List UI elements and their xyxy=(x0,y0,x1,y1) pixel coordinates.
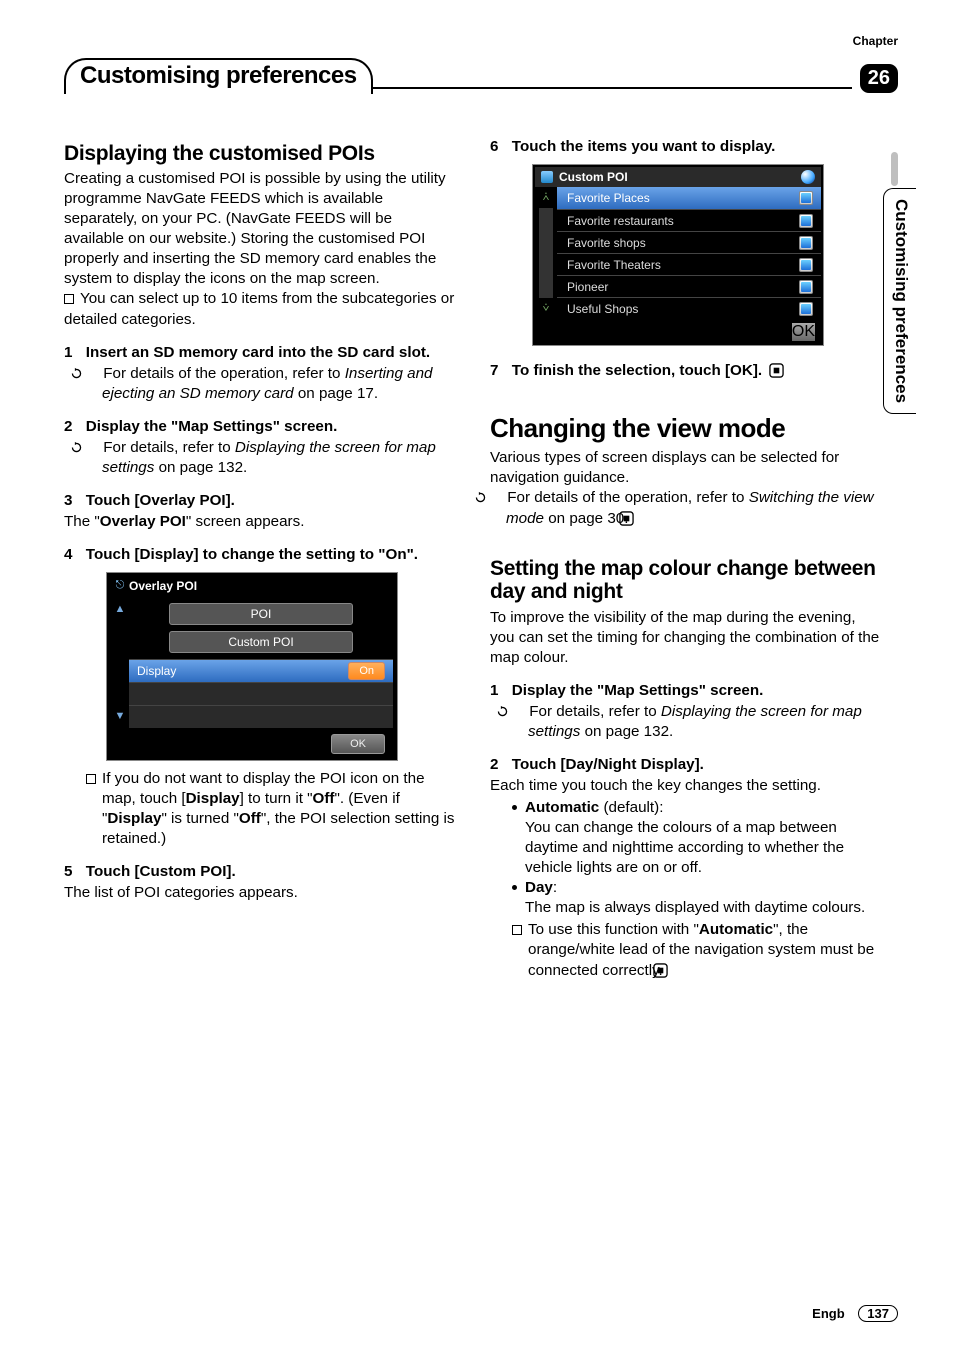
empty-row xyxy=(129,705,393,728)
r-step-2-body: Each time you touch the key changes the … xyxy=(490,776,882,796)
list-item[interactable]: Pioneer xyxy=(557,275,821,297)
note-icon xyxy=(86,774,96,784)
ref-arrow-icon xyxy=(86,440,99,453)
step-1-title: Insert an SD memory card into the SD car… xyxy=(86,344,430,361)
screenshot-custom-poi: Custom POI ⩑ ⩒ Favorite Places Favorite … xyxy=(532,164,824,346)
ok-button[interactable]: OK xyxy=(792,323,815,341)
footer-page-number: 137 xyxy=(858,1305,898,1322)
side-accent xyxy=(891,152,898,186)
step-7-title: To finish the selection, touch [OK]. xyxy=(512,362,762,379)
ok-button[interactable]: OK xyxy=(331,734,385,754)
step-5-number: 5 xyxy=(64,863,72,880)
step-3-body: The "Overlay POI" screen appears. xyxy=(64,512,456,532)
display-row[interactable]: Display On xyxy=(129,659,393,682)
r-step-1-title: Display the "Map Settings" screen. xyxy=(512,682,764,699)
step-6-title: Touch the items you want to display. xyxy=(512,138,776,155)
list-item[interactable]: Favorite Places xyxy=(557,187,821,209)
heading-changing-view-mode: Changing the view mode xyxy=(490,414,882,442)
end-section-icon xyxy=(635,511,650,526)
end-section-icon xyxy=(669,963,684,978)
bullet-icon xyxy=(512,885,517,890)
step-4-title: Touch [Display] to change the setting to… xyxy=(86,546,418,563)
step-1-ref: For details of the operation, refer to I… xyxy=(86,364,456,404)
poi-button[interactable]: POI xyxy=(169,603,353,625)
scroll-up-icon: ▲ xyxy=(111,603,129,615)
scroll-down-icon: ▼ xyxy=(111,710,129,722)
scroll-down-icon: ⩒ xyxy=(535,302,557,315)
checkbox-icon[interactable] xyxy=(799,191,813,205)
step-4-number: 4 xyxy=(64,546,72,563)
list-item[interactable]: Useful Shops xyxy=(557,297,821,319)
side-tab-label: Customising preferences xyxy=(883,188,916,414)
screenshot-overlay-poi: ⎋ Overlay POI ▲ ▼ POI Custom POI Display… xyxy=(106,572,398,761)
bullet-icon xyxy=(512,805,517,810)
custom-poi-button[interactable]: Custom POI xyxy=(169,631,353,653)
step-2-ref: For details, refer to Displaying the scr… xyxy=(86,438,456,478)
page-footer: Engb 137 xyxy=(812,1305,898,1322)
footer-lang: Engb xyxy=(812,1306,845,1321)
heading-map-colour-change: Setting the map colour change between da… xyxy=(490,557,882,603)
view-mode-body: Various types of screen displays can be … xyxy=(490,448,882,488)
note-icon xyxy=(64,294,74,304)
view-mode-ref: For details of the operation, refer to S… xyxy=(490,488,882,529)
step-2-title: Display the "Map Settings" screen. xyxy=(86,418,338,435)
intro-paragraph: Creating a customised POI is possible by… xyxy=(64,169,456,289)
chapter-number-badge: 26 xyxy=(860,64,898,93)
checkbox-icon[interactable] xyxy=(799,280,813,294)
overlay-poi-title: Overlay POI xyxy=(129,579,197,593)
map-colour-body: To improve the visibility of the map dur… xyxy=(490,608,882,668)
back-icon: ⎋ xyxy=(111,579,129,592)
scroll-up-icon: ⩑ xyxy=(535,191,557,204)
display-on-badge: On xyxy=(348,662,385,680)
step-3-title: Touch [Overlay POI]. xyxy=(86,492,235,509)
list-item[interactable]: Favorite restaurants xyxy=(557,209,821,231)
ref-arrow-icon xyxy=(86,366,99,379)
header-divider xyxy=(369,87,852,89)
custom-poi-title: Custom POI xyxy=(559,170,801,184)
checkbox-icon[interactable] xyxy=(799,214,813,228)
r-step-1-number: 1 xyxy=(490,682,498,699)
r-step-2-number: 2 xyxy=(490,756,498,773)
checkbox-icon[interactable] xyxy=(799,302,813,316)
step-5-body: The list of POI categories appears. xyxy=(64,883,456,903)
chapter-label: Chapter xyxy=(853,34,898,48)
step-3-number: 3 xyxy=(64,492,72,509)
step-2-number: 2 xyxy=(64,418,72,435)
bullet-day: Day: The map is always displayed with da… xyxy=(512,878,882,918)
list-item[interactable]: Favorite Theaters xyxy=(557,253,821,275)
checkbox-icon[interactable] xyxy=(799,258,813,272)
checkbox-icon[interactable] xyxy=(799,236,813,250)
step-5-title: Touch [Custom POI]. xyxy=(86,863,236,880)
r-step-1-ref: For details, refer to Displaying the scr… xyxy=(512,702,882,742)
chapter-title: Customising preferences xyxy=(64,58,373,94)
note-icon xyxy=(512,925,522,935)
search-icon[interactable] xyxy=(801,170,815,184)
r-step-2-title: Touch [Day/Night Display]. xyxy=(512,756,704,773)
empty-row xyxy=(129,682,393,705)
note-automatic-wiring: To use this function with "Automatic", t… xyxy=(512,920,882,981)
bullet-automatic: Automatic (default): You can change the … xyxy=(512,798,882,878)
note-limit: You can select up to 10 items from the s… xyxy=(64,289,456,329)
title-icon xyxy=(541,171,553,183)
ref-arrow-icon xyxy=(512,704,525,717)
heading-displaying-pois: Displaying the customised POIs xyxy=(64,142,456,165)
note-display-off: If you do not want to display the POI ic… xyxy=(86,769,456,849)
ref-arrow-icon xyxy=(490,490,503,503)
step-7-number: 7 xyxy=(490,362,498,379)
step-1-number: 1 xyxy=(64,344,72,361)
step-6-number: 6 xyxy=(490,138,498,155)
end-section-icon xyxy=(769,363,784,378)
list-item[interactable]: Favorite shops xyxy=(557,231,821,253)
